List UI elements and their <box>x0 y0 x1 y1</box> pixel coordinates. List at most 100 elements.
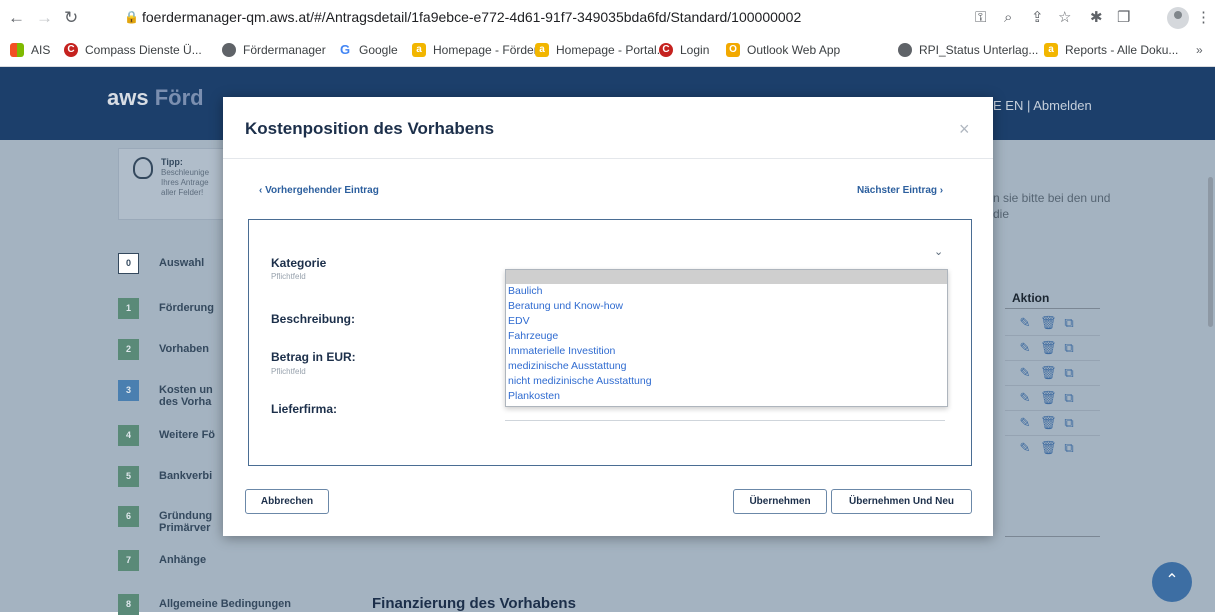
profile-avatar[interactable] <box>1167 7 1189 29</box>
row-divider <box>1005 435 1100 436</box>
copy-icon[interactable]: ⧉ <box>1062 340 1076 356</box>
step-label: Vorhaben <box>159 343 209 355</box>
step-auswahl[interactable]: 0 Auswahl <box>118 253 238 274</box>
apply-button[interactable]: Übernehmen <box>733 489 827 514</box>
bookmark-outlook[interactable]: O Outlook Web App <box>726 43 840 57</box>
browser-toolbar: ← → ↻ 🔒 foerdermanager-qm.aws.at/#/Antra… <box>0 0 1215 36</box>
extensions-icon[interactable]: ✱ <box>1090 8 1103 28</box>
chevron-down-icon[interactable]: ⌄ <box>934 245 943 258</box>
bookmarks-overflow-icon[interactable]: » <box>1196 43 1203 57</box>
bookmark-ais[interactable]: AIS <box>10 43 50 57</box>
row-divider <box>1005 360 1100 361</box>
copy-icon[interactable]: ⧉ <box>1062 365 1076 381</box>
table-row-actions: ✎ 🗑 ⧉ <box>1018 415 1076 431</box>
next-entry-link[interactable]: Nächster Eintrag › <box>857 185 943 196</box>
delete-icon[interactable]: 🗑 <box>1040 440 1057 456</box>
dropdown-option[interactable]: Fahrzeuge <box>506 329 947 344</box>
copy-icon[interactable]: ⧉ <box>1062 390 1076 406</box>
lock-icon: 🔒 <box>124 10 139 24</box>
globe-icon <box>898 43 912 57</box>
cost-position-modal: Kostenposition des Vorhabens × ‹ Vorherg… <box>223 97 993 536</box>
step-anhaenge[interactable]: 7 Anhänge <box>118 550 238 571</box>
bookmark-reports[interactable]: a Reports - Alle Doku... <box>1044 43 1178 57</box>
lieferfirma-input[interactable] <box>505 420 945 421</box>
step-label: Weitere Fö <box>159 429 216 441</box>
homepage-icon: a <box>1044 43 1058 57</box>
close-icon[interactable]: × <box>959 119 970 140</box>
step-label: Auswahl <box>159 257 205 269</box>
step-gruendung[interactable]: 6 Gründung Primärver <box>118 506 238 534</box>
step-foerderung[interactable]: 1 Förderung <box>118 298 238 319</box>
dropdown-option[interactable]: Beratung und Know-how <box>506 299 947 314</box>
copy-icon[interactable]: ⧉ <box>1062 415 1076 431</box>
delete-icon[interactable]: 🗑 <box>1040 340 1057 356</box>
edit-icon[interactable]: ✎ <box>1018 315 1032 331</box>
key-icon[interactable]: ⚿ <box>975 8 986 28</box>
step-weitere[interactable]: 4 Weitere Fö <box>118 425 238 446</box>
kategorie-required-hint: Pflichtfeld <box>271 272 306 281</box>
table-row-actions: ✎ 🗑 ⧉ <box>1018 365 1076 381</box>
kategorie-dropdown-list[interactable]: Baulich Beratung und Know-how EDV Fahrze… <box>505 269 948 407</box>
bookmark-google[interactable]: G Google <box>338 43 398 57</box>
star-icon[interactable]: ☆ <box>1058 8 1071 28</box>
page-content: aws Förd E EN | Abmelden Tipp: Beschleun… <box>0 67 1215 615</box>
bookmark-compass[interactable]: C Compass Dienste Ü... <box>64 43 202 57</box>
aws-logo[interactable]: aws Förd <box>107 85 204 111</box>
dropdown-option-empty[interactable] <box>506 270 947 284</box>
tip-box: Tipp: Beschleunige Ihres Antrage aller F… <box>118 148 230 220</box>
header-language-logout[interactable]: E EN | Abmelden <box>993 98 1092 113</box>
tip-title: Tipp: <box>161 157 183 167</box>
step-bankverbindung[interactable]: 5 Bankverbi <box>118 466 238 487</box>
back-icon[interactable]: ← <box>8 8 25 28</box>
dropdown-option[interactable]: EDV <box>506 314 947 329</box>
delete-icon[interactable]: 🗑 <box>1040 415 1057 431</box>
step-vorhaben[interactable]: 2 Vorhaben <box>118 339 238 360</box>
address-bar[interactable]: foerdermanager-qm.aws.at/#/Antragsdetail… <box>142 9 801 25</box>
globe-icon <box>222 43 236 57</box>
bookmark-login[interactable]: C Login <box>659 43 709 57</box>
lieferfirma-label: Lieferfirma: <box>271 402 338 416</box>
menu-icon[interactable]: ⋮ <box>1196 8 1211 28</box>
cancel-button[interactable]: Abbrechen <box>245 489 329 514</box>
bookmark-rpi-status[interactable]: RPI_Status Unterlag... <box>898 43 1038 57</box>
delete-icon[interactable]: 🗑 <box>1040 390 1057 406</box>
share-icon[interactable]: ⇪ <box>1031 8 1044 28</box>
apply-and-new-button[interactable]: Übernehmen Und Neu <box>831 489 972 514</box>
bookmarks-bar: AIS C Compass Dienste Ü... Fördermanager … <box>0 36 1215 67</box>
edit-icon[interactable]: ✎ <box>1018 415 1032 431</box>
copy-icon[interactable]: ⧉ <box>1062 440 1076 456</box>
dropdown-option[interactable]: Baulich <box>506 284 947 299</box>
step-number: 0 <box>118 253 139 274</box>
row-divider <box>1005 410 1100 411</box>
edit-icon[interactable]: ✎ <box>1018 365 1032 381</box>
previous-entry-link[interactable]: ‹ Vorhergehender Eintrag <box>259 185 379 196</box>
bookmark-homepage-foerder[interactable]: a Homepage - Förder... <box>412 43 547 57</box>
delete-icon[interactable]: 🗑 <box>1040 315 1057 331</box>
sidepanel-icon[interactable]: ❐ <box>1117 8 1130 28</box>
bookmark-homepage-portal[interactable]: a Homepage - Portal... <box>535 43 667 57</box>
step-label: Allgemeine Bedingungen <box>159 598 292 610</box>
beschreibung-label: Beschreibung: <box>271 312 356 326</box>
edit-icon[interactable]: ✎ <box>1018 340 1032 356</box>
google-icon: G <box>338 42 352 57</box>
step-kosten[interactable]: 3 Kosten un des Vorha <box>118 380 238 408</box>
bookmark-foerdermanager[interactable]: Fördermanager <box>222 43 326 57</box>
forward-icon[interactable]: → <box>36 8 53 28</box>
dropdown-option[interactable]: nicht medizinische Ausstattung <box>506 374 947 389</box>
table-row-actions: ✎ 🗑 ⧉ <box>1018 315 1076 331</box>
page-scrollbar[interactable] <box>1208 177 1213 327</box>
copy-icon[interactable]: ⧉ <box>1062 315 1076 331</box>
dropdown-option[interactable]: Immaterielle Investition <box>506 344 947 359</box>
reload-icon[interactable]: ↻ <box>64 8 78 28</box>
delete-icon[interactable]: 🗑 <box>1040 365 1057 381</box>
edit-icon[interactable]: ✎ <box>1018 440 1032 456</box>
hint-text: n sie bitte bei den und die <box>993 191 1111 221</box>
dropdown-option[interactable]: medizinische Ausstattung <box>506 359 947 374</box>
outlook-icon: O <box>726 43 740 57</box>
dropdown-option[interactable]: Plankosten <box>506 389 947 404</box>
section-title-finanzierung: Finanzierung des Vorhabens <box>372 595 576 612</box>
scroll-to-top-button[interactable]: ⌃ <box>1152 562 1192 602</box>
edit-icon[interactable]: ✎ <box>1018 390 1032 406</box>
zoom-icon[interactable]: ⌕ <box>1004 8 1012 28</box>
step-number: 6 <box>118 506 139 527</box>
